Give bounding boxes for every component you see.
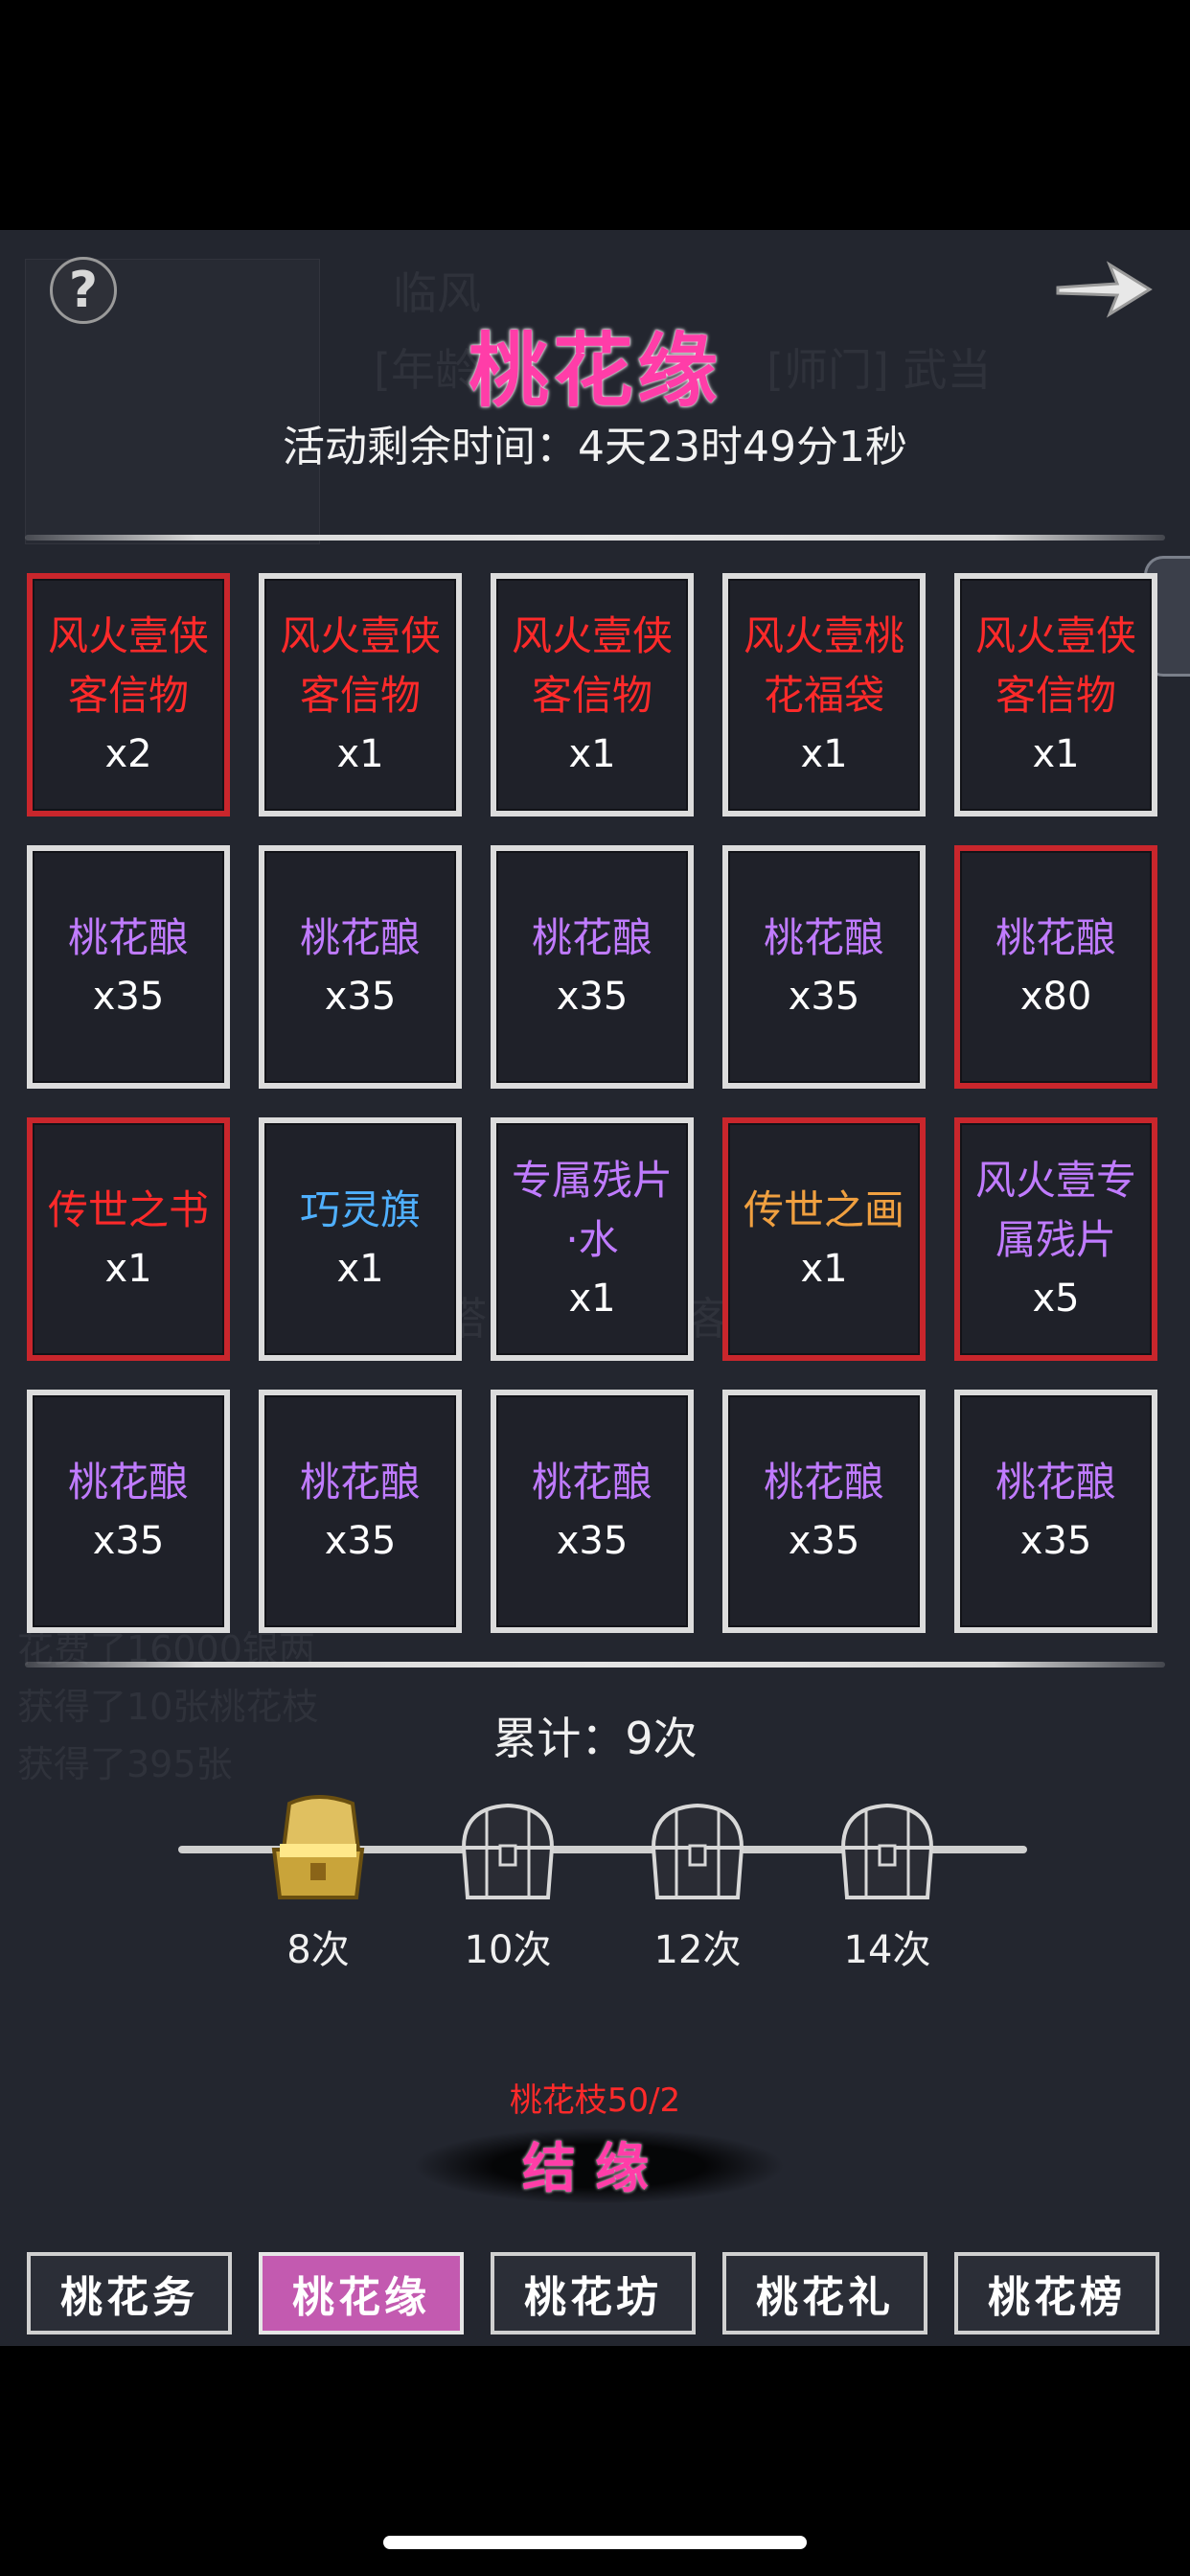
reward-name: 桃花酿 bbox=[299, 914, 421, 961]
reward-cell[interactable]: 风火壹专 属残片 x5 bbox=[954, 1117, 1157, 1361]
total-count: 累计：9次 bbox=[492, 1713, 698, 1764]
tab-5[interactable]: 桃花榜 bbox=[954, 2252, 1159, 2334]
reward-cell[interactable]: 桃花酿 x35 bbox=[27, 845, 230, 1089]
reward-cell[interactable]: 桃花酿 x35 bbox=[259, 845, 462, 1089]
milestone-label: 10次 bbox=[464, 1928, 552, 1972]
milestone-label: 12次 bbox=[653, 1928, 742, 1972]
open-chest-icon[interactable] bbox=[261, 1790, 376, 1905]
reward-cell[interactable]: 桃花酿 x35 bbox=[491, 845, 694, 1089]
home-indicator[interactable] bbox=[383, 2536, 807, 2549]
tab-3[interactable]: 桃花坊 bbox=[491, 2252, 696, 2334]
reward-qty: x1 bbox=[336, 732, 384, 776]
divider-bottom bbox=[25, 1662, 1165, 1668]
reward-qty: x5 bbox=[1032, 1276, 1080, 1321]
reward-qty: x35 bbox=[788, 1519, 860, 1563]
reward-cell[interactable]: 专属残片 ·水 x1 bbox=[491, 1117, 694, 1361]
reward-name: 桃花酿 bbox=[67, 1459, 189, 1506]
reward-qty: x1 bbox=[1032, 732, 1080, 776]
cost-label: 桃花枝50/2 bbox=[509, 2082, 681, 2120]
reward-qty: x35 bbox=[556, 975, 629, 1019]
reward-name: 风火壹侠 客信物 bbox=[279, 612, 441, 719]
reward-qty: x35 bbox=[92, 1519, 165, 1563]
bond-button[interactable]: 结缘 bbox=[418, 2118, 772, 2210]
reward-cell[interactable]: 风火壹侠 客信物 x1 bbox=[259, 573, 462, 816]
reward-qty: x35 bbox=[92, 975, 165, 1019]
page-title: 桃花缘 bbox=[468, 323, 721, 418]
reward-name: 桃花酿 bbox=[995, 1459, 1116, 1506]
tab-2[interactable]: 桃花缘 bbox=[259, 2252, 464, 2334]
reward-name: 传世之书 bbox=[47, 1186, 209, 1233]
reward-name: 桃花酿 bbox=[67, 914, 189, 961]
reward-cell[interactable]: 风火壹侠 客信物 x1 bbox=[491, 573, 694, 816]
reward-qty: x35 bbox=[1019, 1519, 1092, 1563]
reward-name: 风火壹桃 花福袋 bbox=[743, 612, 904, 719]
reward-qty: x35 bbox=[556, 1519, 629, 1563]
reward-qty: x80 bbox=[1019, 975, 1092, 1019]
reward-cell[interactable]: 桃花酿 x35 bbox=[954, 1390, 1157, 1633]
reward-name: 风火壹专 属残片 bbox=[974, 1157, 1136, 1263]
reward-cell[interactable]: 桃花酿 x35 bbox=[491, 1390, 694, 1633]
reward-cell[interactable]: 风火壹桃 花福袋 x1 bbox=[722, 573, 926, 816]
reward-name: 专属残片 ·水 bbox=[511, 1157, 673, 1263]
reward-qty: x1 bbox=[104, 1247, 152, 1291]
reward-cell[interactable]: 传世之画 x1 bbox=[722, 1117, 926, 1361]
milestone-label: 8次 bbox=[286, 1928, 350, 1972]
closed-chest-icon[interactable] bbox=[640, 1790, 755, 1905]
reward-qty: x1 bbox=[336, 1247, 384, 1291]
tab-4[interactable]: 桃花礼 bbox=[722, 2252, 927, 2334]
reward-name: 桃花酿 bbox=[763, 914, 884, 961]
divider-top bbox=[25, 535, 1165, 540]
reward-cell[interactable]: 风火壹侠 客信物 x1 bbox=[954, 573, 1157, 816]
reward-qty: x35 bbox=[788, 975, 860, 1019]
reward-cell[interactable]: 传世之书 x1 bbox=[27, 1117, 230, 1361]
reward-name: 桃花酿 bbox=[299, 1459, 421, 1506]
reward-cell[interactable]: 桃花酿 x35 bbox=[259, 1390, 462, 1633]
reward-cell[interactable]: 桃花酿 x80 bbox=[954, 845, 1157, 1089]
reward-qty: x2 bbox=[104, 732, 152, 776]
reward-name: 风火壹侠 客信物 bbox=[974, 612, 1136, 719]
reward-qty: x1 bbox=[568, 1276, 616, 1321]
tab-1[interactable]: 桃花务 bbox=[27, 2252, 232, 2334]
reward-qty: x1 bbox=[800, 732, 848, 776]
reward-name: 桃花酿 bbox=[531, 1459, 652, 1506]
reward-cell[interactable]: 桃花酿 x35 bbox=[722, 1390, 926, 1633]
reward-qty: x1 bbox=[800, 1247, 848, 1291]
reward-cell[interactable]: 风火壹侠 客信物 x2 bbox=[27, 573, 230, 816]
reward-name: 桃花酿 bbox=[763, 1459, 884, 1506]
milestone-label: 14次 bbox=[843, 1928, 931, 1972]
reward-cell[interactable]: 巧灵旗 x1 bbox=[259, 1117, 462, 1361]
closed-chest-icon[interactable] bbox=[450, 1790, 565, 1905]
reward-cell[interactable]: 桃花酿 x35 bbox=[722, 845, 926, 1089]
reward-qty: x1 bbox=[568, 732, 616, 776]
reward-name: 风火壹侠 客信物 bbox=[47, 612, 209, 719]
reward-name: 风火壹侠 客信物 bbox=[511, 612, 673, 719]
bottom-tab-bar: 桃花务 桃花缘 桃花坊 桃花礼 桃花榜 bbox=[27, 2252, 1167, 2334]
reward-name: 传世之画 bbox=[743, 1186, 904, 1233]
reward-qty: x35 bbox=[324, 1519, 397, 1563]
reward-name: 桃花酿 bbox=[995, 914, 1116, 961]
reward-name: 巧灵旗 bbox=[299, 1186, 421, 1233]
reward-qty: x35 bbox=[324, 975, 397, 1019]
event-panel: 临风 [年龄] [师门] 武当 花费了16000银两 获得了10张桃花枝 获得了… bbox=[0, 230, 1190, 2346]
closed-chest-icon[interactable] bbox=[830, 1790, 945, 1905]
event-timer: 活动剩余时间：4天23时49分1秒 bbox=[283, 423, 907, 472]
reward-cell[interactable]: 桃花酿 x35 bbox=[27, 1390, 230, 1633]
reward-name: 桃花酿 bbox=[531, 914, 652, 961]
